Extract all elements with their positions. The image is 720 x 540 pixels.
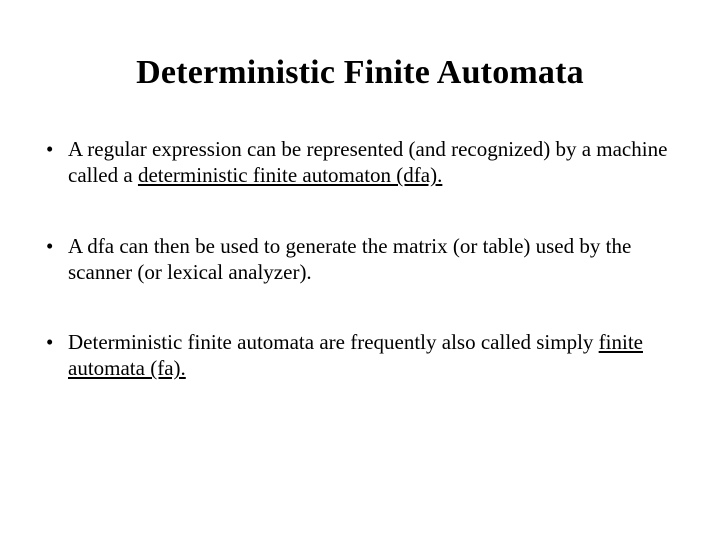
list-item: A dfa can then be used to generate the m… — [42, 233, 678, 286]
slide-title: Deterministic Finite Automata — [36, 54, 684, 92]
bullet-text-pre: A dfa can then be used to generate the m… — [68, 234, 631, 284]
slide: Deterministic Finite Automata A regular … — [0, 0, 720, 540]
list-item: A regular expression can be represented … — [42, 136, 678, 189]
bullet-text-underlined: deterministic finite automaton (dfa). — [138, 163, 442, 187]
list-item: Deterministic finite automata are freque… — [42, 329, 678, 382]
bullet-list: A regular expression can be represented … — [36, 136, 684, 382]
bullet-text-pre: Deterministic finite automata are freque… — [68, 330, 599, 354]
